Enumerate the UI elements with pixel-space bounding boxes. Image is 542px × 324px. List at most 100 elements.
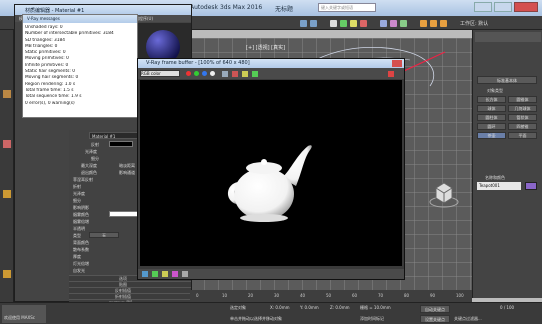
subdivs-label: 细分 xyxy=(91,156,99,161)
vfb-close-button[interactable] xyxy=(392,60,402,67)
refract-subdivs-label: 细分 xyxy=(73,198,81,203)
clear-image-icon[interactable] xyxy=(232,71,238,77)
cone-button[interactable]: 圆锥体 xyxy=(508,96,537,103)
redo-icon[interactable] xyxy=(310,20,317,27)
stop-render-icon[interactable] xyxy=(388,71,394,77)
move-icon[interactable] xyxy=(340,20,347,27)
translucency-type-select[interactable]: 无 xyxy=(89,232,119,238)
track-mouse-icon[interactable] xyxy=(252,71,258,77)
snap-icon[interactable] xyxy=(380,20,387,27)
affect-channels-option[interactable]: 影响通道 xyxy=(119,170,135,176)
box-button[interactable]: 长方体 xyxy=(477,96,506,103)
color-correction-icon[interactable] xyxy=(142,271,148,277)
max-depth-label: 最大深度 xyxy=(81,163,97,168)
blue-channel-icon[interactable] xyxy=(202,71,207,76)
tool-icon[interactable] xyxy=(3,270,11,278)
teapot-button[interactable]: 茶壶 xyxy=(477,132,506,139)
search-input[interactable]: 键入关键字或短语 xyxy=(318,3,376,12)
channel-select[interactable]: RGB color xyxy=(140,70,180,77)
refract-label: 折射 xyxy=(73,184,81,189)
vray-log: Unshaded rays: 0 Number of intersectable… xyxy=(25,25,135,117)
render-icon[interactable] xyxy=(440,20,447,27)
exposure-icon[interactable] xyxy=(172,271,178,277)
vray-messages-title: V-Ray messages xyxy=(27,16,60,21)
translucency-label: 半透明 xyxy=(73,226,85,231)
align-icon[interactable] xyxy=(400,20,407,27)
tool-icon[interactable] xyxy=(3,140,11,148)
fresnel-label: 菲涅耳反射 xyxy=(73,177,93,182)
maxscript-listener[interactable]: 欢迎使用 MAXSc xyxy=(2,305,46,323)
x-coord[interactable]: X: 0.0mm xyxy=(270,305,290,310)
add-time-tag[interactable]: 添加时间标记 xyxy=(360,316,384,322)
dim-distance-option[interactable]: 暗淡距离 xyxy=(119,163,135,169)
rendered-teapot xyxy=(227,145,312,222)
reflect-color-swatch[interactable] xyxy=(109,141,133,147)
tool-icon[interactable] xyxy=(3,90,11,98)
pyramid-button[interactable]: 四棱锥 xyxy=(508,123,537,130)
workspace-select[interactable]: 工作区: 默认 xyxy=(460,20,488,27)
scale-icon[interactable] xyxy=(360,20,367,27)
z-coord[interactable]: Z: 0.0mm xyxy=(330,305,350,310)
maximize-button[interactable] xyxy=(494,2,512,12)
left-tool-strip xyxy=(0,30,14,308)
setkey-button[interactable]: 设置关键点 xyxy=(420,315,450,323)
green-channel-icon[interactable] xyxy=(194,71,199,76)
undo-icon[interactable] xyxy=(300,20,307,27)
autokey-button[interactable]: 自动关键点 xyxy=(420,305,450,313)
levels-icon[interactable] xyxy=(152,271,158,277)
scatter-coeff-label: 散布系数 xyxy=(73,247,89,252)
srgb-icon[interactable] xyxy=(182,271,188,277)
select-icon[interactable] xyxy=(330,20,337,27)
back-color-label: 背面颜色 xyxy=(73,240,89,245)
affect-shadows-label: 影响阴影 xyxy=(73,205,89,210)
object-color-swatch[interactable] xyxy=(525,182,537,190)
render-canvas xyxy=(140,80,402,266)
red-channel-icon[interactable] xyxy=(186,71,191,76)
alpha-channel-icon[interactable] xyxy=(210,71,215,76)
fog-color-swatch[interactable] xyxy=(109,211,139,217)
timeline-tick: 60 xyxy=(352,293,358,298)
timeline-tick: 80 xyxy=(404,293,410,298)
curve-icon[interactable] xyxy=(162,271,168,277)
category-select[interactable]: 标准基本体 xyxy=(477,76,537,84)
render-frame-icon[interactable] xyxy=(430,20,437,27)
timeline-tick: 100 xyxy=(456,293,464,298)
plane-button[interactable]: 平面 xyxy=(508,132,537,139)
mirror-icon[interactable] xyxy=(390,20,397,27)
timeline-tick: 20 xyxy=(248,293,254,298)
vray-messages-window: V-Ray messages Unshaded rays: 0 Number o… xyxy=(22,14,138,118)
panel-tabs xyxy=(475,32,541,42)
close-button[interactable] xyxy=(514,2,538,12)
app-title: Autodesk 3ds Max 2016 xyxy=(190,4,263,11)
vfb-bottom-toolbar xyxy=(138,269,404,279)
minimize-button[interactable] xyxy=(474,2,492,12)
tube-button[interactable]: 管状体 xyxy=(508,114,537,121)
rotate-icon[interactable] xyxy=(350,20,357,27)
light-multiplier-label: 灯光倍增 xyxy=(73,261,89,266)
timeline-tick: 40 xyxy=(300,293,306,298)
geosphere-button[interactable]: 几何球体 xyxy=(508,105,537,112)
selected-label: 选定对象 xyxy=(230,305,246,310)
sphere-button[interactable]: 球体 xyxy=(477,105,506,112)
timeline-tick: 30 xyxy=(274,293,280,298)
vray-messages-titlebar: V-Ray messages xyxy=(23,15,137,23)
grid-size: 栅格 = 10.0mm xyxy=(360,305,391,310)
y-coord[interactable]: Y: 0.0mm xyxy=(300,305,319,310)
maxscript-text: 欢迎使用 MAXSc xyxy=(4,315,35,320)
cylinder-button[interactable]: 圆柱体 xyxy=(477,114,506,121)
object-name-field[interactable]: Teapot001 xyxy=(477,182,521,190)
save-image-icon[interactable] xyxy=(222,71,228,77)
frame-counter[interactable]: 0 / 100 xyxy=(500,305,514,310)
vfb-title: V-Ray frame buffer - [100% of 640 x 480] xyxy=(146,60,250,66)
fog-color-label: 烟雾颜色 xyxy=(73,212,89,217)
vfb-titlebar: V-Ray frame buffer - [100% of 640 x 480] xyxy=(138,59,404,68)
render-region-icon[interactable] xyxy=(242,71,248,77)
type-label: 类型 xyxy=(73,233,81,238)
name-color-title: 名称和颜色 xyxy=(485,175,505,180)
key-filters[interactable]: 关键点过滤器... xyxy=(454,316,482,322)
render-setup-icon[interactable] xyxy=(420,20,427,27)
torus-button[interactable]: 圆环 xyxy=(477,123,506,130)
viewcube-icon[interactable] xyxy=(428,178,460,208)
tool-icon[interactable] xyxy=(3,190,11,198)
timeline[interactable]: 0 10 20 30 40 50 60 70 80 90 100 xyxy=(190,290,472,302)
